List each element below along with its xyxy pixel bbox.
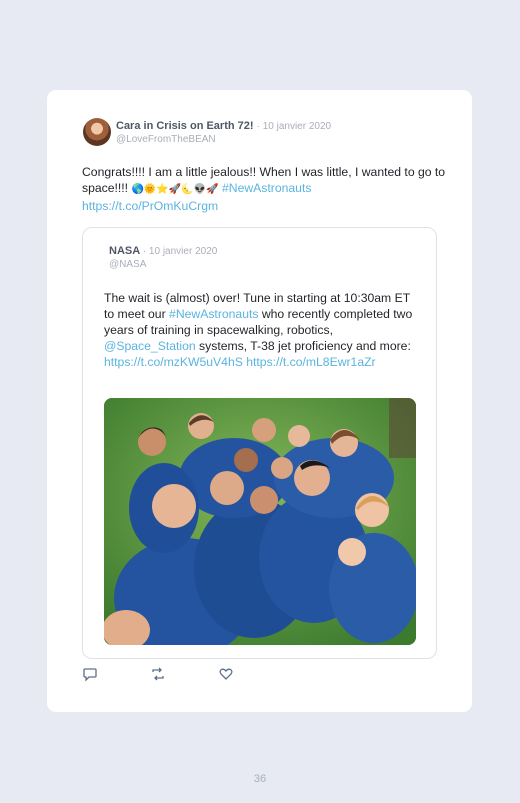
author-handle[interactable]: @LoveFromTheBEAN	[116, 134, 216, 145]
astronaut-group-photo[interactable]	[104, 398, 416, 645]
quote-author-handle[interactable]: @NASA	[109, 259, 146, 270]
tweet-link[interactable]: https://t.co/PrOmKuCrgm	[82, 199, 218, 213]
quote-author-name[interactable]: NASA	[109, 245, 140, 257]
tweet-card: Cara in Crisis on Earth 72! · 10 janvier…	[47, 90, 472, 712]
quote-mention-link[interactable]: @Space_Station	[104, 339, 196, 353]
quote-date[interactable]: · 10 janvier 2020	[143, 246, 218, 257]
quote-author-line: NASA · 10 janvier 2020	[109, 245, 217, 257]
reply-icon[interactable]	[82, 666, 98, 682]
quote-text: The wait is (almost) over! Tune in start…	[104, 290, 414, 370]
author-name[interactable]: Cara in Crisis on Earth 72!	[116, 120, 254, 132]
quote-link-1[interactable]: https://t.co/mzKW5uV4hS	[104, 355, 243, 369]
page-number: 36	[253, 773, 267, 785]
author-line: Cara in Crisis on Earth 72! · 10 janvier…	[116, 120, 331, 132]
emoji-sequence: 🌎🌞⭐🚀🌜👽🚀	[131, 184, 219, 195]
quote-hashtag-link[interactable]: #NewAstronauts	[169, 307, 258, 321]
quote-text-part3: systems, T-38 jet proficiency and more:	[195, 339, 411, 353]
tweet-text: Congrats!!!! I am a little jealous!! Whe…	[82, 164, 447, 214]
avatar[interactable]	[83, 118, 111, 146]
tweet-date[interactable]: · 10 janvier 2020	[257, 121, 332, 132]
quoted-tweet[interactable]: NASA · 10 janvier 2020 @NASA The wait is…	[82, 227, 437, 659]
quote-link-2[interactable]: https://t.co/mL8Ewr1aZr	[246, 355, 375, 369]
retweet-icon[interactable]	[150, 666, 166, 682]
like-icon[interactable]	[218, 666, 234, 682]
hashtag-link[interactable]: #NewAstronauts	[222, 181, 311, 195]
